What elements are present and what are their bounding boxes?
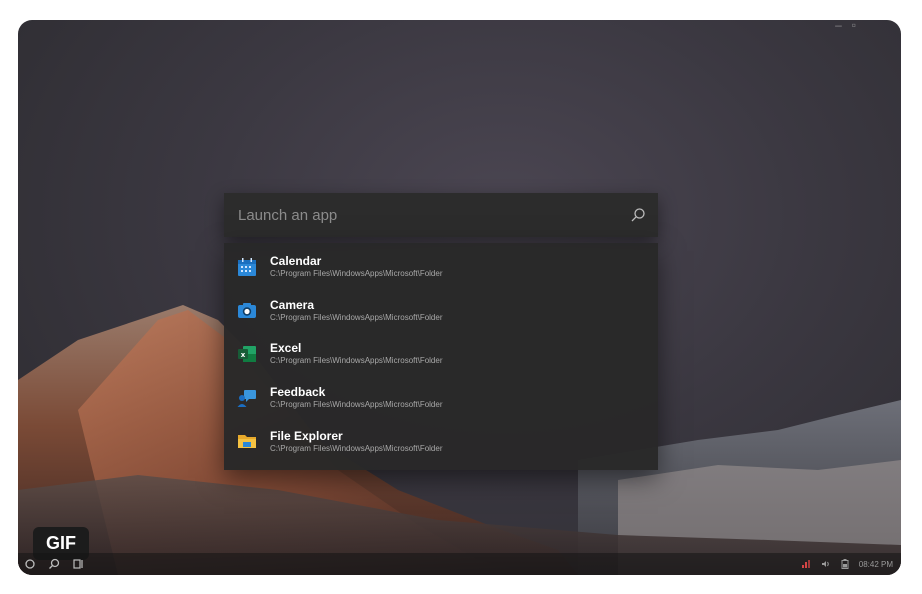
results-list: Calendar C:\Program Files\WindowsApps\Mi… — [224, 243, 658, 470]
volume-icon[interactable] — [821, 559, 831, 569]
svg-text:x: x — [241, 351, 246, 359]
task-view-icon[interactable] — [72, 558, 84, 570]
result-name: File Explorer — [270, 428, 343, 443]
result-name: Feedback — [270, 385, 326, 400]
search-icon — [631, 208, 645, 222]
result-item-calendar[interactable]: Calendar C:\Program Files\WindowsApps\Mi… — [224, 245, 658, 289]
result-path: C:\Program Files\WindowsApps\Microsoft\F… — [270, 443, 443, 453]
result-path: C:\Program Files\WindowsApps\Microsoft\F… — [270, 400, 443, 410]
search-icon[interactable] — [48, 558, 60, 570]
launcher-search-bar — [224, 193, 658, 237]
feedback-icon — [236, 387, 258, 409]
result-item-camera[interactable]: Camera C:\Program Files\WindowsApps\Micr… — [224, 289, 658, 333]
camera-icon — [236, 299, 258, 321]
result-name: Excel — [270, 341, 302, 356]
file-explorer-icon — [236, 430, 258, 452]
gif-badge-label: GIF — [46, 533, 76, 553]
excel-icon: x — [236, 343, 258, 365]
result-path: C:\Program Files\WindowsApps\Microsoft\F… — [270, 269, 443, 279]
clock[interactable]: 08:42 PM — [859, 560, 893, 569]
battery-icon[interactable] — [841, 559, 849, 569]
calendar-icon — [236, 256, 258, 278]
search-button[interactable] — [618, 193, 658, 237]
result-item-excel[interactable]: x Excel C:\Program Files\WindowsApps\Mic… — [224, 332, 658, 376]
result-name: Camera — [270, 297, 315, 312]
launcher-search-input[interactable] — [224, 193, 618, 237]
result-name: Calendar — [270, 254, 322, 269]
result-path: C:\Program Files\WindowsApps\Microsoft\F… — [270, 356, 443, 366]
result-item-feedback[interactable]: Feedback C:\Program Files\WindowsApps\Mi… — [224, 376, 658, 420]
result-item-file-explorer[interactable]: File Explorer C:\Program Files\WindowsAp… — [224, 419, 658, 463]
start-icon[interactable] — [24, 558, 36, 570]
taskbar: 08:42 PM — [18, 553, 901, 575]
result-path: C:\Program Files\WindowsApps\Microsoft\F… — [270, 312, 443, 322]
network-icon[interactable] — [801, 559, 811, 569]
